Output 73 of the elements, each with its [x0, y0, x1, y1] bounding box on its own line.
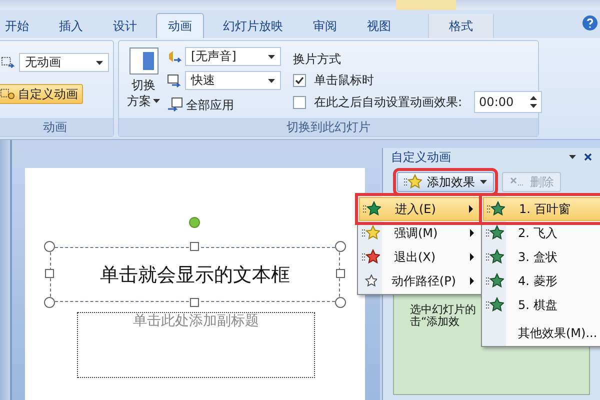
- time-field[interactable]: 00:00: [474, 91, 542, 113]
- resize-handle[interactable]: [190, 298, 199, 307]
- resize-handle[interactable]: [190, 242, 199, 251]
- spin-arrows-icon[interactable]: [530, 94, 537, 110]
- star-icon: [486, 297, 504, 313]
- option-label: 在此之后自动设置动画效果:: [314, 94, 462, 110]
- custom-animation-button[interactable]: 自定义动画: [0, 84, 83, 104]
- animation-icon: [1, 56, 16, 70]
- ribbon-tab[interactable]: 审阅: [302, 14, 348, 38]
- pane-menu-icon: [569, 155, 576, 159]
- sound-dropdown[interactable]: [无声音]: [185, 47, 281, 66]
- star-icon: [362, 225, 380, 241]
- menu-item[interactable]: 3. 盒状: [483, 245, 600, 269]
- ribbon-tab[interactable]: 动画: [156, 13, 204, 38]
- submenu-arrow-icon: [470, 253, 474, 261]
- star-icon: [363, 201, 381, 217]
- ribbon-tab[interactable]: 视图: [356, 14, 402, 38]
- ribbon-tab[interactable]: 格式: [428, 14, 494, 38]
- resize-handle[interactable]: [44, 241, 55, 252]
- subtitle-placeholder[interactable]: 单击此处添加副标题: [77, 312, 315, 378]
- star-icon: [362, 273, 378, 289]
- caret-icon: [153, 99, 160, 103]
- help-icon[interactable]: [582, 15, 598, 31]
- option-label: 单击鼠标时: [314, 72, 374, 88]
- delete-icon: [509, 176, 525, 188]
- star-icon: [362, 249, 380, 265]
- section-heading: 换片方式: [293, 51, 342, 68]
- resize-handle[interactable]: [335, 241, 346, 252]
- ribbon-tab[interactable]: 插入: [48, 14, 94, 38]
- contextual-tab-header: [396, 0, 456, 10]
- apply-all-button[interactable]: 全部应用: [164, 95, 281, 115]
- caret-icon: [268, 54, 275, 58]
- ribbon-tab[interactable]: 幻灯片放映: [212, 14, 294, 38]
- star-icon: [486, 273, 504, 289]
- hint-text: 选中幻灯片的 击“添加效: [410, 304, 476, 328]
- menu-item[interactable]: 4. 菱形: [483, 269, 600, 293]
- menu-item[interactable]: 退出(X): [359, 245, 480, 269]
- animation-icon: [0, 87, 15, 101]
- star-icon: [486, 225, 504, 241]
- animation-dropdown[interactable]: 无动画: [18, 53, 109, 72]
- menu-item[interactable]: 2. 飞入: [483, 221, 600, 245]
- transition-scheme-button[interactable]: 切换 方案: [127, 47, 160, 118]
- submenu-arrow-icon: [470, 229, 474, 237]
- caret-icon: [96, 60, 103, 64]
- rotation-handle[interactable]: [189, 217, 200, 228]
- caret-icon: [268, 78, 275, 82]
- star-icon: [486, 249, 504, 265]
- resize-handle[interactable]: [335, 297, 346, 308]
- checkbox[interactable]: [293, 96, 306, 108]
- resize-handle[interactable]: [336, 269, 345, 278]
- pane-title: 自定义动画: [391, 148, 451, 166]
- menu-item[interactable]: 其他效果(M)...: [483, 321, 600, 345]
- sound-icon: [166, 48, 182, 64]
- menu-item[interactable]: 动作路径(P): [359, 269, 480, 293]
- resize-handle[interactable]: [44, 297, 55, 308]
- close-icon[interactable]: [584, 153, 592, 161]
- submenu-arrow-icon: [469, 205, 473, 213]
- resize-handle[interactable]: [45, 269, 54, 278]
- apply-all-icon: [167, 97, 183, 113]
- checkbox[interactable]: [293, 74, 306, 86]
- caret-icon: [480, 180, 487, 184]
- star-icon: [404, 174, 422, 190]
- transition-icon: [128, 47, 158, 75]
- ribbon-tab[interactable]: 设计: [102, 14, 148, 38]
- menu-item[interactable]: 5. 棋盘: [483, 293, 600, 317]
- ribbon-tab[interactable]: 开始: [0, 14, 40, 38]
- speed-dropdown[interactable]: 快速: [185, 71, 281, 90]
- group-label: 切换到此幻灯片: [119, 118, 538, 136]
- submenu-arrow-icon: [470, 277, 474, 285]
- star-icon: [487, 201, 505, 217]
- group-label: 动画: [0, 118, 113, 136]
- menu-item[interactable]: 强调(M): [359, 221, 480, 245]
- speed-icon: [166, 72, 182, 88]
